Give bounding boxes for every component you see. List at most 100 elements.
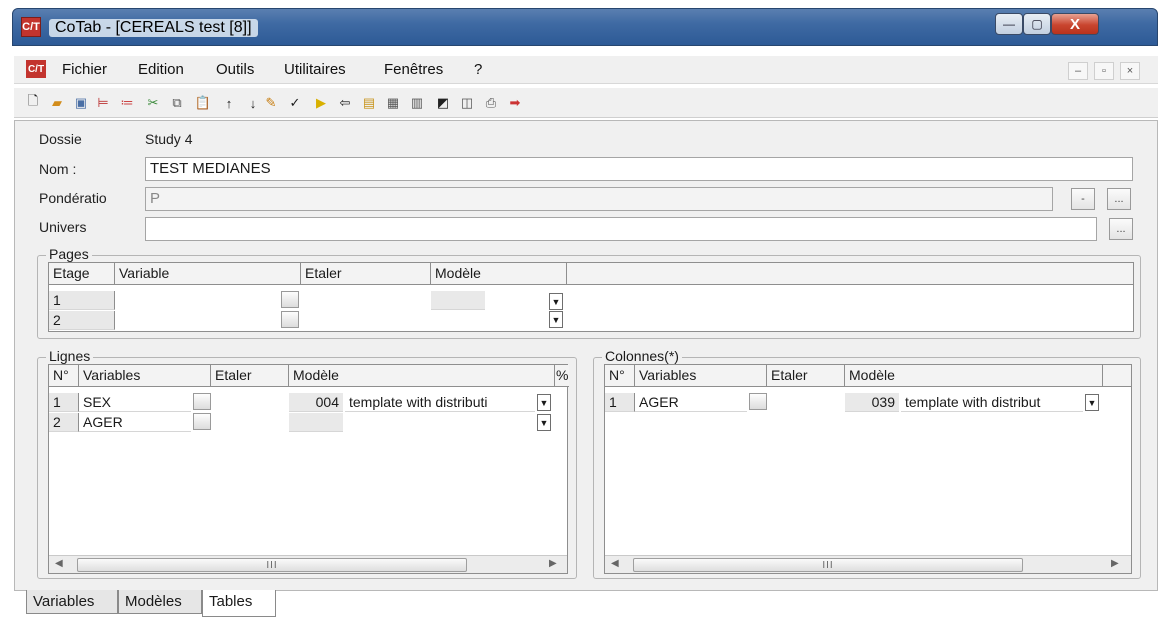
back-icon[interactable]: ⇦ [336,94,354,112]
table-editor-panel: Dossie Study 4 Nom : TEST MEDIANES Pondé… [14,120,1158,591]
check-icon[interactable]: ✓ [286,94,304,112]
lignes-row-variable[interactable]: SEX [79,393,191,412]
new-doc-icon[interactable]: 🗋 [24,93,42,112]
univers-label: Univers [39,219,87,235]
lignes-header-modele[interactable]: Modèle [289,365,555,387]
lignes-modele-dropdown[interactable]: ▼ [537,414,551,431]
play-icon[interactable]: ▶ [312,94,330,112]
dossier-label: Dossie [39,131,82,147]
menu-fichier[interactable]: Fichier [62,61,107,78]
colonnes-row-number[interactable]: 1 [605,393,635,412]
pages-header-modele[interactable]: Modèle [431,263,567,285]
arrow-up-icon[interactable]: ↑ [220,94,238,112]
lignes-header-variables[interactable]: Variables [79,365,211,387]
copy-icon[interactable]: ⧉ [168,94,186,112]
colonnes-header-etaler[interactable]: Etaler [767,365,845,387]
pages-variable-button[interactable] [281,311,299,328]
tab-modeles[interactable]: Modèles [118,590,202,614]
close-button[interactable]: X [1051,13,1099,35]
insert-column-icon[interactable]: ⊨ [94,94,112,112]
pages-modele-dropdown[interactable]: ▼ [549,311,563,328]
pages-header-empty [567,263,1133,285]
save-icon[interactable]: ▣ [72,94,90,112]
window-title: CoTab - [CEREALS test [8]] [49,19,258,37]
pages-header-variable[interactable]: Variable [115,263,301,285]
colonnes-header-modele[interactable]: Modèle [845,365,1103,387]
lignes-row-variable[interactable]: AGER [79,413,191,432]
chart-icon[interactable]: ◩ [434,94,452,112]
grid-icon[interactable]: ▦ [384,94,402,112]
menu-fenetres[interactable]: Fenêtres [384,61,443,78]
colonnes-header-extra [1103,365,1131,387]
open-folder-icon[interactable]: ▰ [48,94,66,112]
mdi-restore-button[interactable]: ▫ [1094,62,1114,80]
pages-row-number[interactable]: 2 [49,311,115,330]
nom-label: Nom : [39,161,77,177]
document-icon[interactable]: C/T [26,60,46,78]
lignes-variable-button[interactable] [193,413,211,430]
lignes-hscrollbar[interactable]: ◀ III ▶ [49,555,567,573]
table-icon[interactable]: ▥ [408,94,426,112]
colonnes-row-variable[interactable]: AGER [635,393,747,412]
arrow-down-icon[interactable]: ↓ [244,94,262,112]
lignes-modele-dropdown[interactable]: ▼ [537,394,551,411]
scroll-left-icon[interactable]: ◀ [611,558,619,569]
tab-tables[interactable]: Tables [202,590,276,617]
colonnes-scroll-thumb[interactable]: III [633,558,1023,572]
mdi-minimize-button[interactable]: – [1068,62,1088,80]
paste-icon[interactable]: 📋 [194,94,212,112]
pages-group: Pages Etage Variable Etaler Modèle 1 ▼ 2… [37,246,1141,339]
lignes-row-code: 004 [289,393,343,412]
pages-group-label: Pages [46,246,92,262]
export-icon[interactable]: ➡ [506,94,524,112]
lignes-row-number[interactable]: 2 [49,413,79,432]
pages-modele-dropdown[interactable]: ▼ [549,293,563,310]
toolbar: 🗋 ▰ ▣ ⊨ ≔ ✂ ⧉ 📋 ↑ ↓ ✎ ✓ ▶ ⇦ ▤ ▦ ▥ ◩ ◫ ⎙ … [14,88,1158,118]
ponderation-field[interactable]: P [145,187,1053,211]
pages-row-number[interactable]: 1 [49,291,115,310]
scroll-right-icon[interactable]: ▶ [1111,558,1119,569]
colonnes-row-modele[interactable]: template with distribut [901,393,1083,412]
title-bar: C/T CoTab - [CEREALS test [8]] — ▢ X [12,8,1158,46]
scroll-right-icon[interactable]: ▶ [549,558,557,569]
lignes-header-num[interactable]: N° [49,365,79,387]
ponderation-clear-button[interactable]: - [1071,188,1095,210]
colonnes-modele-dropdown[interactable]: ▼ [1085,394,1099,411]
menu-outils[interactable]: Outils [216,61,254,78]
split-icon[interactable]: ≔ [118,94,136,112]
colonnes-group: Colonnes(*) N° Variables Etaler Modèle 1… [593,348,1141,579]
lignes-row-modele[interactable]: template with distributi [345,393,535,412]
menu-help[interactable]: ? [474,61,482,78]
lignes-header-etaler[interactable]: Etaler [211,365,289,387]
pages-variable-button[interactable] [281,291,299,308]
tab-variables[interactable]: Variables [26,590,118,614]
lignes-row-number[interactable]: 1 [49,393,79,412]
menu-utilitaires[interactable]: Utilitaires [284,61,346,78]
lignes-header-percent[interactable]: % [555,365,569,387]
list-icon[interactable]: ▤ [360,94,378,112]
scroll-left-icon[interactable]: ◀ [55,558,63,569]
lignes-variable-button[interactable] [193,393,211,410]
ponderation-label: Pondératio [39,190,107,206]
colonnes-hscrollbar[interactable]: ◀ III ▶ [605,555,1131,573]
pages-header-etaler[interactable]: Etaler [301,263,431,285]
ponderation-browse-button[interactable]: ... [1107,188,1131,210]
univers-field[interactable] [145,217,1097,241]
print-icon[interactable]: ⎙ [482,94,500,112]
menu-edition[interactable]: Edition [138,61,184,78]
preview-icon[interactable]: ◫ [458,94,476,112]
nom-field[interactable]: TEST MEDIANES [145,157,1133,181]
lignes-group-label: Lignes [46,348,94,364]
lignes-scroll-thumb[interactable]: III [77,558,467,572]
minimize-button[interactable]: — [995,13,1023,35]
cut-icon[interactable]: ✂ [144,94,162,112]
pages-modele-code [431,291,485,310]
colonnes-header-num[interactable]: N° [605,365,635,387]
univers-browse-button[interactable]: ... [1109,218,1133,240]
colonnes-variable-button[interactable] [749,393,767,410]
mdi-close-button[interactable]: × [1120,62,1140,80]
pencil-icon[interactable]: ✎ [262,94,280,112]
colonnes-header-variables[interactable]: Variables [635,365,767,387]
pages-header-etage[interactable]: Etage [49,263,115,285]
maximize-button[interactable]: ▢ [1023,13,1051,35]
